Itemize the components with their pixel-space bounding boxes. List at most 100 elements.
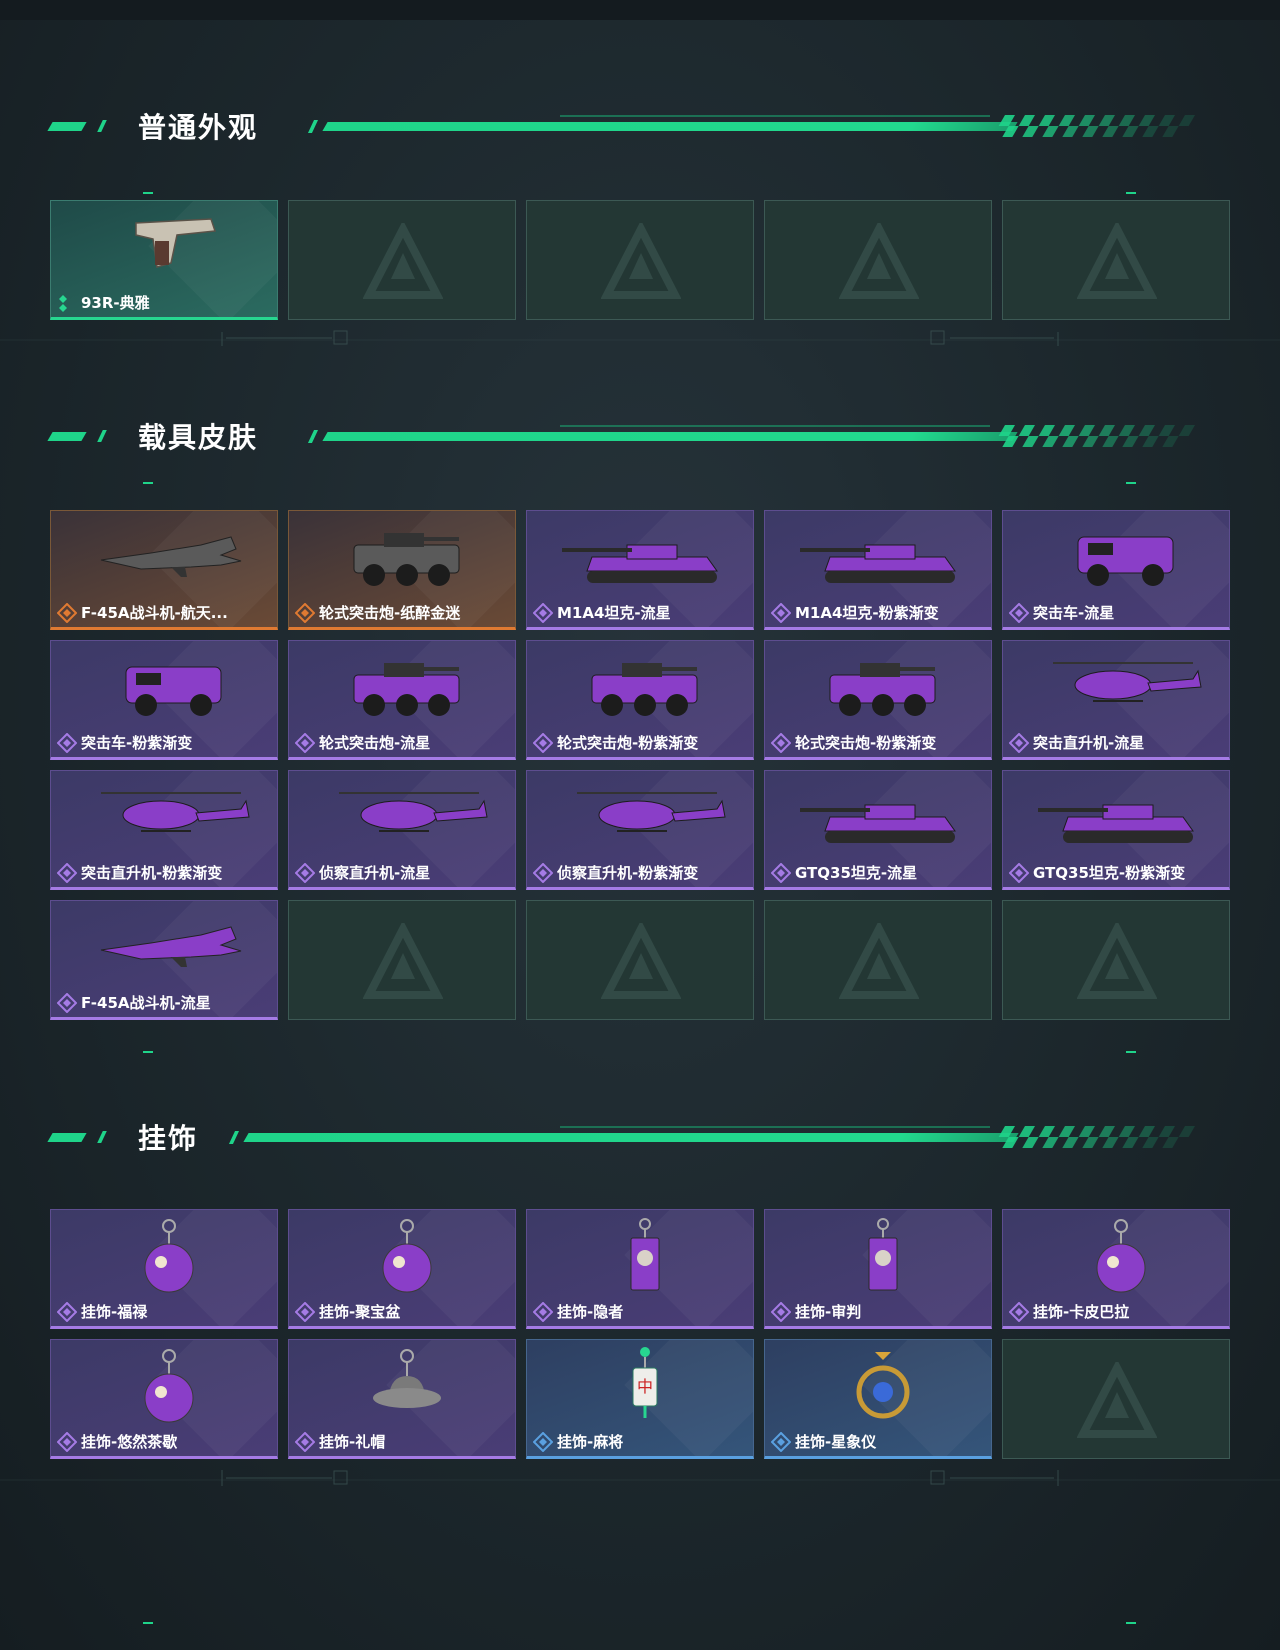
- item-label-row: 挂饰-隐者: [533, 1301, 623, 1322]
- item-card[interactable]: 中挂饰-麻将: [526, 1339, 754, 1459]
- empty-slot: [288, 900, 516, 1020]
- tank-icon: [562, 544, 718, 583]
- armored-car-icon: [1077, 536, 1174, 586]
- empty-slot: [526, 900, 754, 1020]
- item-card[interactable]: 突击直升机-粉紫渐变: [50, 770, 278, 890]
- item-card[interactable]: 挂饰-福禄: [50, 1209, 278, 1329]
- item-card[interactable]: 挂饰-星象仪: [764, 1339, 992, 1459]
- rarity-icon: [57, 862, 77, 883]
- item-label: 挂饰-审判: [795, 1303, 862, 1321]
- item-label-row: 突击直升机-粉紫渐变: [57, 862, 222, 883]
- rarity-icon: [1009, 732, 1029, 753]
- rarity-icon: [1009, 1301, 1029, 1322]
- rarity-icon: [57, 602, 77, 623]
- empty-slot: [1002, 1339, 1230, 1459]
- item-label: 挂饰-麻将: [557, 1433, 624, 1451]
- empty-slot: [764, 900, 992, 1020]
- header-checker-pattern: [998, 425, 1195, 447]
- item-label-row: M1A4坦克-流星: [533, 602, 671, 623]
- section-normal-skins: 普通外观 93R-典雅: [0, 111, 1280, 320]
- item-card[interactable]: GTQ35坦克-流星: [764, 770, 992, 890]
- section-charms: 挂饰 挂饰-福禄 挂饰-聚宝盆 挂饰-隐者 挂饰-审判 挂饰-卡皮巴拉挂饰-悠然茶歇 挂饰…: [0, 1122, 1280, 1459]
- rarity-icon: [295, 732, 315, 753]
- item-label: 挂饰-悠然茶歇: [81, 1433, 178, 1451]
- tank-icon: [1038, 804, 1194, 843]
- item-label: 挂饰-星象仪: [795, 1433, 877, 1451]
- rarity-icon: [771, 1431, 791, 1452]
- rarity-icon: [57, 992, 77, 1013]
- rarity-icon: [533, 732, 553, 753]
- item-label: M1A4坦克-流星: [557, 604, 671, 622]
- item-card[interactable]: 挂饰-隐者: [526, 1209, 754, 1329]
- item-card[interactable]: 93R-典雅: [50, 200, 278, 320]
- rarity-icon: [533, 1301, 553, 1322]
- item-card[interactable]: 挂饰-悠然茶歇: [50, 1339, 278, 1459]
- header-accent: [307, 120, 319, 133]
- section-header: 载具皮肤: [0, 421, 1280, 462]
- item-label-row: 侦察直升机-流星: [295, 862, 430, 883]
- item-label: 侦察直升机-流星: [319, 864, 431, 882]
- header-bar: [243, 1133, 1019, 1142]
- item-card[interactable]: 突击车-粉紫渐变: [50, 640, 278, 760]
- item-card[interactable]: 挂饰-卡皮巴拉: [1002, 1209, 1230, 1329]
- item-label-row: 侦察直升机-粉紫渐变: [533, 862, 698, 883]
- wheeled-vehicle-icon: [353, 533, 460, 586]
- placeholder-logo-icon: [1077, 1362, 1157, 1438]
- rarity-icon: [295, 1301, 315, 1322]
- item-card[interactable]: 轮式突击炮-流星: [288, 640, 516, 760]
- astrolabe-charm-icon: [856, 1352, 910, 1419]
- rarity-icon: [771, 602, 791, 623]
- item-label: 突击直升机-流星: [1033, 734, 1145, 752]
- rarity-icon: [533, 602, 553, 623]
- item-card[interactable]: 挂饰-审判: [764, 1209, 992, 1329]
- charm-icon: [1096, 1219, 1146, 1293]
- item-label-row: 挂饰-卡皮巴拉: [1009, 1301, 1129, 1322]
- helicopter-icon: [577, 792, 726, 832]
- item-label: 轮式突击炮-粉紫渐变: [557, 734, 699, 752]
- item-card[interactable]: 突击车-流星: [1002, 510, 1230, 630]
- rarity-icon: [57, 1301, 77, 1322]
- item-card[interactable]: F-45A战斗机-流星: [50, 900, 278, 1020]
- item-card[interactable]: 侦察直升机-流星: [288, 770, 516, 890]
- item-label: F-45A战斗机-流星: [81, 994, 211, 1012]
- item-label-row: F-45A战斗机-航天...: [57, 602, 228, 623]
- placeholder-logo-icon: [839, 923, 919, 999]
- item-label: 突击车-流星: [1033, 604, 1115, 622]
- item-card[interactable]: F-45A战斗机-航天...: [50, 510, 278, 630]
- header-accent: [47, 1133, 87, 1142]
- wheeled-vehicle-icon: [829, 663, 936, 716]
- item-label-row: 挂饰-审判: [771, 1301, 861, 1322]
- item-label: GTQ35坦克-流星: [795, 864, 918, 882]
- helicopter-icon: [1053, 662, 1202, 702]
- header-accent: [47, 122, 87, 131]
- placeholder-logo-icon: [363, 223, 443, 299]
- item-card[interactable]: 轮式突击炮-纸醉金迷: [288, 510, 516, 630]
- item-label: 侦察直升机-粉紫渐变: [557, 864, 699, 882]
- item-label: 突击直升机-粉紫渐变: [81, 864, 223, 882]
- rarity-icon: [771, 862, 791, 883]
- helicopter-icon: [101, 792, 250, 832]
- empty-slot: [526, 200, 754, 320]
- item-card[interactable]: 挂饰-聚宝盆: [288, 1209, 516, 1329]
- header-accent: [228, 1131, 240, 1144]
- item-label-row: 挂饰-星象仪: [771, 1431, 876, 1452]
- item-card[interactable]: GTQ35坦克-粉紫渐变: [1002, 770, 1230, 890]
- item-label-row: 93R-典雅: [57, 292, 150, 313]
- rarity-icon: [1009, 602, 1029, 623]
- item-card[interactable]: 突击直升机-流星: [1002, 640, 1230, 760]
- item-grid: 93R-典雅: [50, 200, 1230, 320]
- item-card[interactable]: 侦察直升机-粉紫渐变: [526, 770, 754, 890]
- item-card[interactable]: M1A4坦克-粉紫渐变: [764, 510, 992, 630]
- item-card[interactable]: M1A4坦克-流星: [526, 510, 754, 630]
- header-accent: [307, 430, 319, 443]
- empty-slot: [764, 200, 992, 320]
- item-card[interactable]: 挂饰-礼帽: [288, 1339, 516, 1459]
- section-title: 挂饰: [138, 1122, 199, 1155]
- hat-charm-icon: [373, 1349, 441, 1408]
- rarity-icon: [57, 1431, 77, 1452]
- charm-icon: [144, 1219, 194, 1293]
- item-card[interactable]: 轮式突击炮-粉紫渐变: [526, 640, 754, 760]
- item-card[interactable]: 轮式突击炮-粉紫渐变: [764, 640, 992, 760]
- helicopter-icon: [339, 792, 488, 832]
- item-label-row: GTQ35坦克-流星: [771, 862, 917, 883]
